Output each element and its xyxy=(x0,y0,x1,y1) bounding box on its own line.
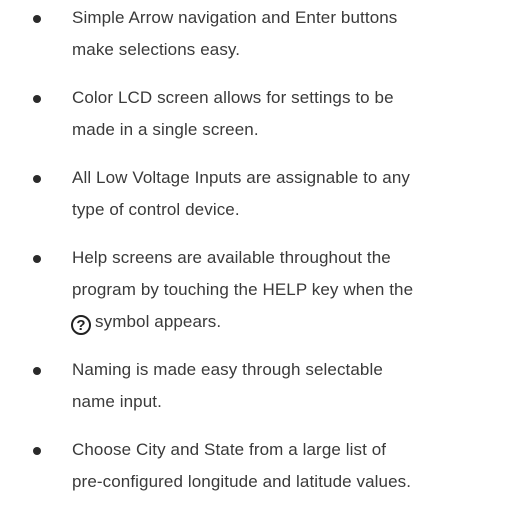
feature-line: Naming is made easy through selectable xyxy=(72,360,383,379)
bullet-icon xyxy=(33,95,41,103)
feature-line: pre-configured longitude and latitude va… xyxy=(72,472,412,491)
bullet-icon xyxy=(33,175,41,183)
feature-line: Color LCD screen allows for settings to … xyxy=(72,88,394,107)
feature-line: name input. xyxy=(72,392,162,411)
feature-line: Help screens are available throughout th… xyxy=(72,248,391,267)
feature-text: Naming is made easy through selectable n… xyxy=(72,354,512,418)
feature-text: Color LCD screen allows for settings to … xyxy=(72,82,512,146)
feature-line: type of control device. xyxy=(72,200,240,219)
help-icon: ? xyxy=(71,315,91,335)
feature-text: Simple Arrow navigation and Enter button… xyxy=(72,2,512,66)
feature-line: made in a single screen. xyxy=(72,120,259,139)
feature-line: All Low Voltage Inputs are assignable to… xyxy=(72,168,411,187)
feature-line: make selections easy. xyxy=(72,40,241,59)
feature-line-text: symbol appears. xyxy=(95,312,222,331)
feature-text: All Low Voltage Inputs are assignable to… xyxy=(72,162,512,226)
feature-line: program by touching the HELP key when th… xyxy=(72,280,414,299)
bullet-icon xyxy=(33,447,41,455)
feature-line: Simple Arrow navigation and Enter button… xyxy=(72,8,398,27)
feature-line: ? symbol appears. xyxy=(71,306,512,338)
bullet-icon xyxy=(33,367,41,375)
feature-text: Help screens are available throughout th… xyxy=(71,242,512,338)
feature-text: Choose City and State from a large list … xyxy=(72,434,512,498)
bullet-icon xyxy=(33,255,41,263)
bullet-icon xyxy=(33,15,41,23)
feature-line: Choose City and State from a large list … xyxy=(72,440,387,459)
